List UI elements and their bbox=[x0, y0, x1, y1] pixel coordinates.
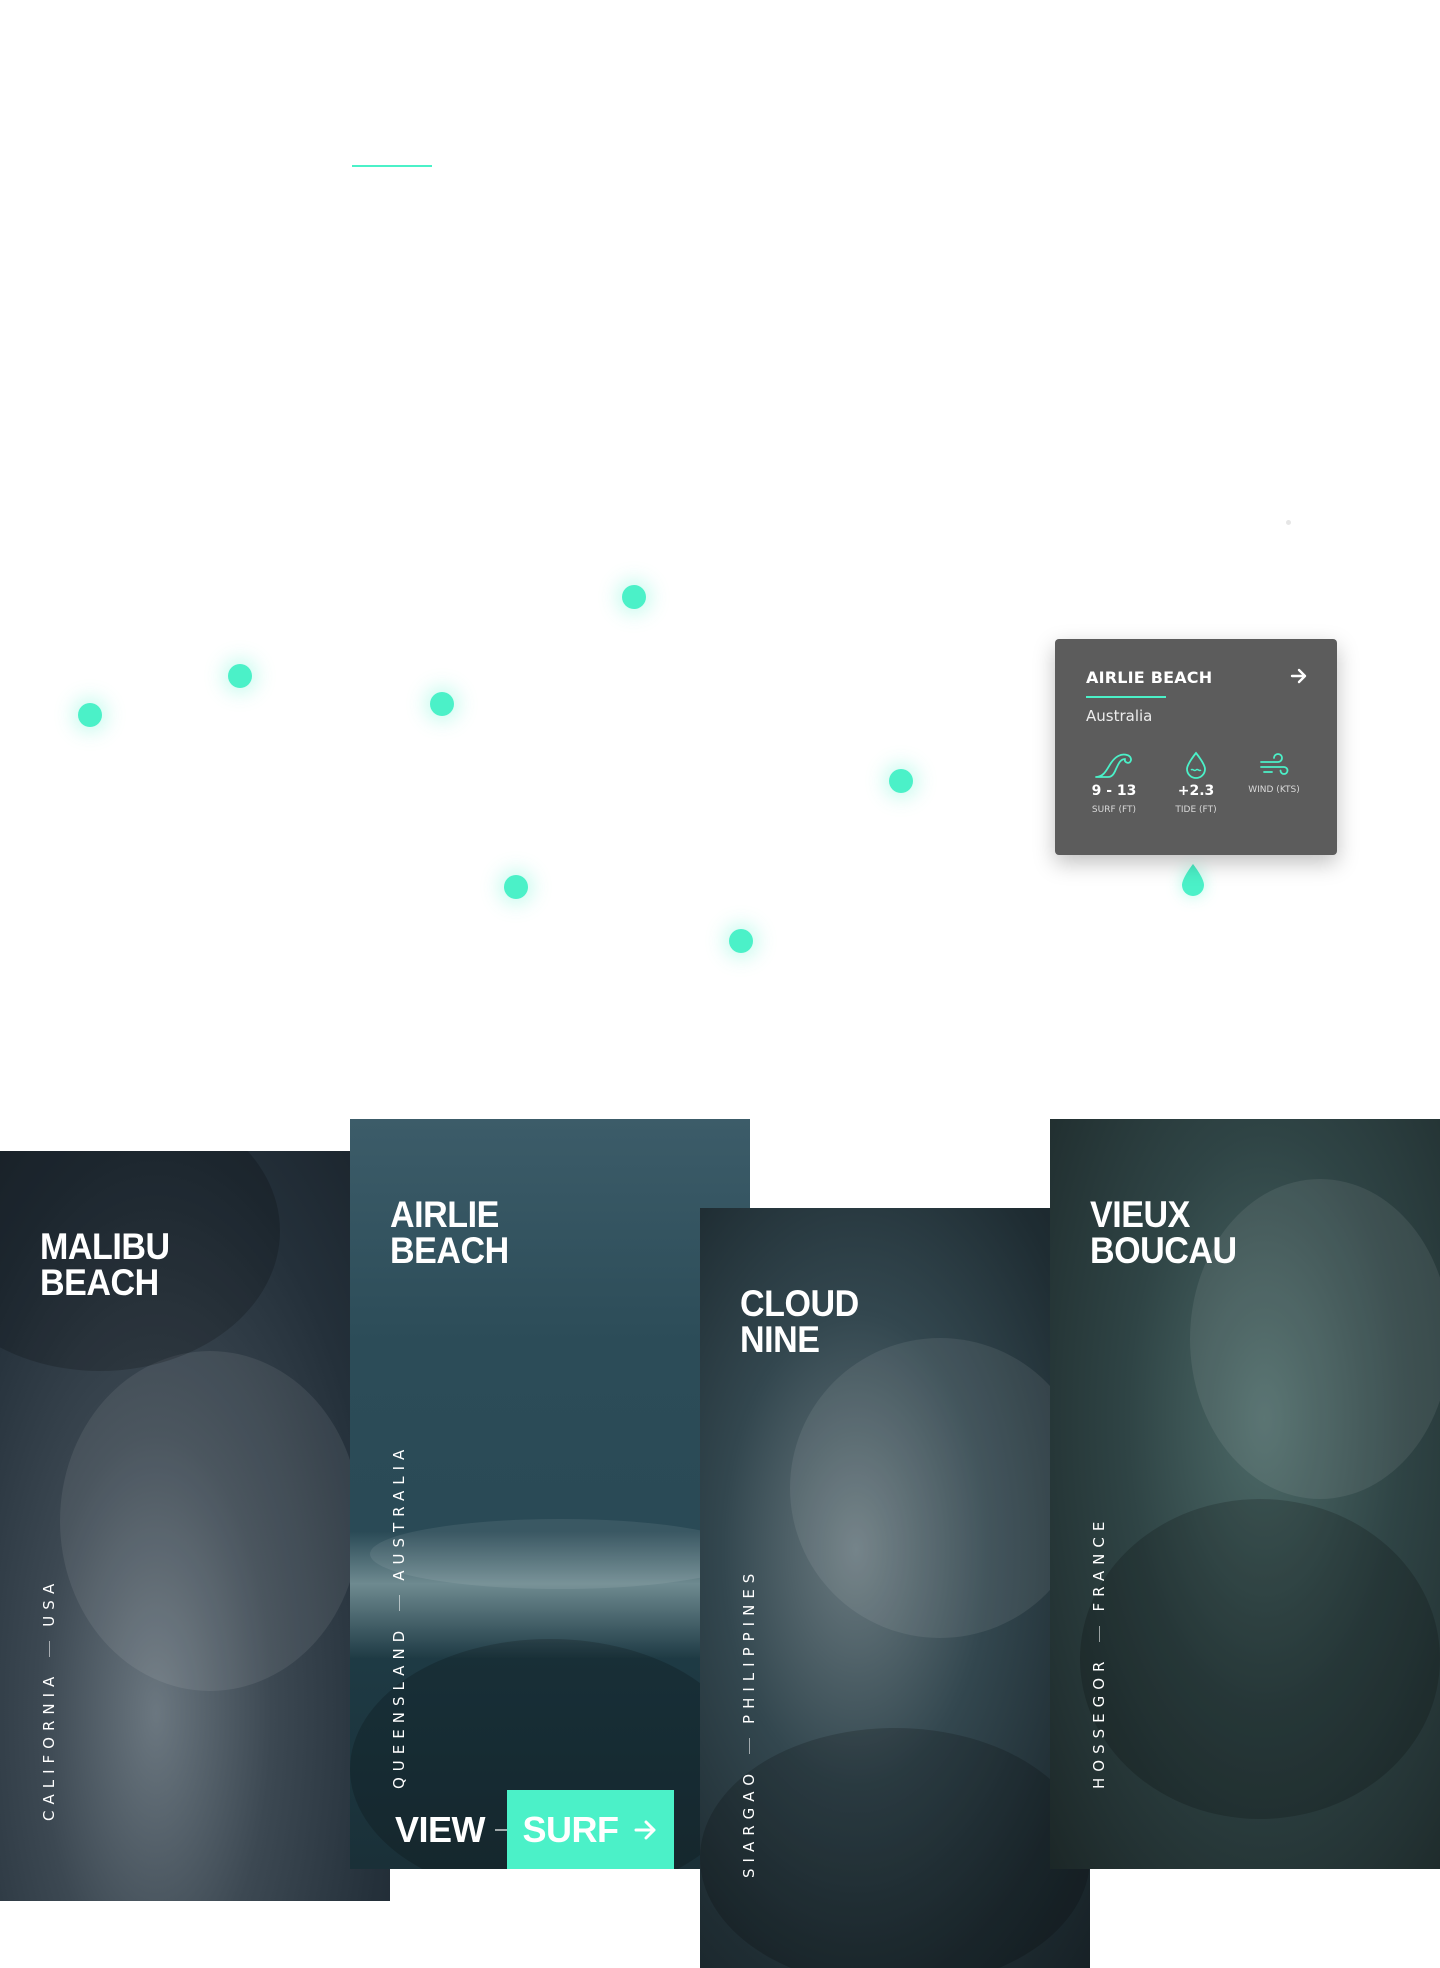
surf-button[interactable]: SURF bbox=[507, 1790, 675, 1869]
card-title-line: AIRLIE bbox=[390, 1194, 499, 1235]
card-region: SIARGAO bbox=[740, 1767, 758, 1878]
location-separator bbox=[399, 1594, 400, 1611]
card-location: HOSSEGOR FRANCE bbox=[1090, 1516, 1108, 1789]
card-title: CLOUD NINE bbox=[740, 1283, 859, 1360]
map-spot-dot[interactable] bbox=[228, 664, 252, 688]
stat-label: SURF (FT) bbox=[1091, 805, 1137, 815]
spot-card-cloud-nine[interactable]: CLOUD NINE SIARGAO PHILIPPINES bbox=[700, 1208, 1090, 1968]
popup-country: Australia bbox=[1086, 707, 1153, 725]
stat-tide: +2.3 TIDE (FT) bbox=[1151, 751, 1241, 815]
active-location-pin-icon[interactable] bbox=[1180, 863, 1206, 897]
arrow-right-icon bbox=[634, 1820, 656, 1839]
card-country: AUSTRALIA bbox=[390, 1443, 408, 1581]
map-spot-dot[interactable] bbox=[430, 692, 454, 716]
section-accent-line bbox=[352, 165, 432, 167]
wind-icon bbox=[1260, 753, 1289, 775]
stat-surf: 9 - 13 SURF (FT) bbox=[1069, 751, 1159, 815]
view-label: VIEW bbox=[395, 1808, 486, 1850]
location-separator bbox=[1099, 1625, 1100, 1642]
spot-card-malibu[interactable]: MALIBU BEACH CALIFORNIA USA bbox=[0, 1151, 390, 1901]
stat-wind: WIND (KTS) bbox=[1229, 751, 1319, 795]
water-drop-icon bbox=[1186, 751, 1206, 779]
card-photo-shadow bbox=[700, 1728, 1090, 1968]
spot-info-popup: AIRLIE BEACH Australia 9 - 13 SURF (FT) … bbox=[1055, 639, 1337, 855]
stat-value: +2.3 bbox=[1177, 783, 1215, 799]
card-photo-foam bbox=[370, 1519, 750, 1589]
card-title-line: BEACH bbox=[40, 1262, 159, 1303]
card-photo-shadow bbox=[1080, 1499, 1440, 1819]
card-title-line: BEACH bbox=[390, 1230, 509, 1271]
surf-label: SURF bbox=[522, 1808, 620, 1850]
card-location: SIARGAO PHILIPPINES bbox=[740, 1568, 758, 1878]
stat-value: 9 - 13 bbox=[1091, 783, 1137, 799]
card-title-line: MALIBU bbox=[40, 1226, 170, 1267]
card-photo-highlight bbox=[790, 1338, 1090, 1638]
card-region: CALIFORNIA bbox=[40, 1670, 58, 1821]
map-spot-dot[interactable] bbox=[729, 929, 753, 953]
stat-label: TIDE (FT) bbox=[1175, 805, 1217, 815]
cta-dash bbox=[495, 1828, 508, 1831]
location-separator bbox=[49, 1640, 50, 1657]
view-surf-cta: VIEW SURF bbox=[395, 1790, 675, 1869]
card-title: MALIBU BEACH bbox=[40, 1226, 170, 1303]
stat-label: WIND (KTS) bbox=[1248, 785, 1300, 795]
card-title: AIRLIE BEACH bbox=[390, 1194, 509, 1271]
map-spot-dot[interactable] bbox=[622, 585, 646, 609]
card-country: FRANCE bbox=[1090, 1515, 1108, 1612]
card-country: USA bbox=[40, 1577, 58, 1627]
card-title-line: NINE bbox=[740, 1319, 820, 1360]
card-title: VIEUX BOUCAU bbox=[1090, 1194, 1237, 1271]
card-location: CALIFORNIA USA bbox=[40, 1578, 58, 1821]
map-spot-dot[interactable] bbox=[78, 703, 102, 727]
wave-icon bbox=[1095, 753, 1132, 778]
card-location: QUEENSLAND AUSTRALIA bbox=[390, 1444, 408, 1789]
card-title-line: CLOUD bbox=[740, 1283, 859, 1324]
popup-title-underline bbox=[1086, 696, 1166, 698]
spot-card-vieux-boucau[interactable]: VIEUX BOUCAU HOSSEGOR FRANCE bbox=[1050, 1119, 1440, 1869]
card-title-line: BOUCAU bbox=[1090, 1230, 1237, 1271]
map-faint-dot bbox=[1286, 520, 1291, 525]
card-country: PHILIPPINES bbox=[740, 1567, 758, 1724]
card-photo-highlight bbox=[60, 1351, 360, 1691]
card-region: QUEENSLAND bbox=[390, 1624, 408, 1789]
arrow-right-icon[interactable] bbox=[1289, 666, 1309, 686]
card-title-line: VIEUX bbox=[1090, 1194, 1190, 1235]
map-spot-dot[interactable] bbox=[889, 769, 913, 793]
spot-card-airlie[interactable]: AIRLIE BEACH QUEENSLAND AUSTRALIA bbox=[350, 1119, 750, 1869]
map-spot-dot[interactable] bbox=[504, 875, 528, 899]
popup-title: AIRLIE BEACH bbox=[1086, 668, 1213, 687]
card-region: HOSSEGOR bbox=[1090, 1655, 1108, 1789]
location-separator bbox=[749, 1737, 750, 1754]
